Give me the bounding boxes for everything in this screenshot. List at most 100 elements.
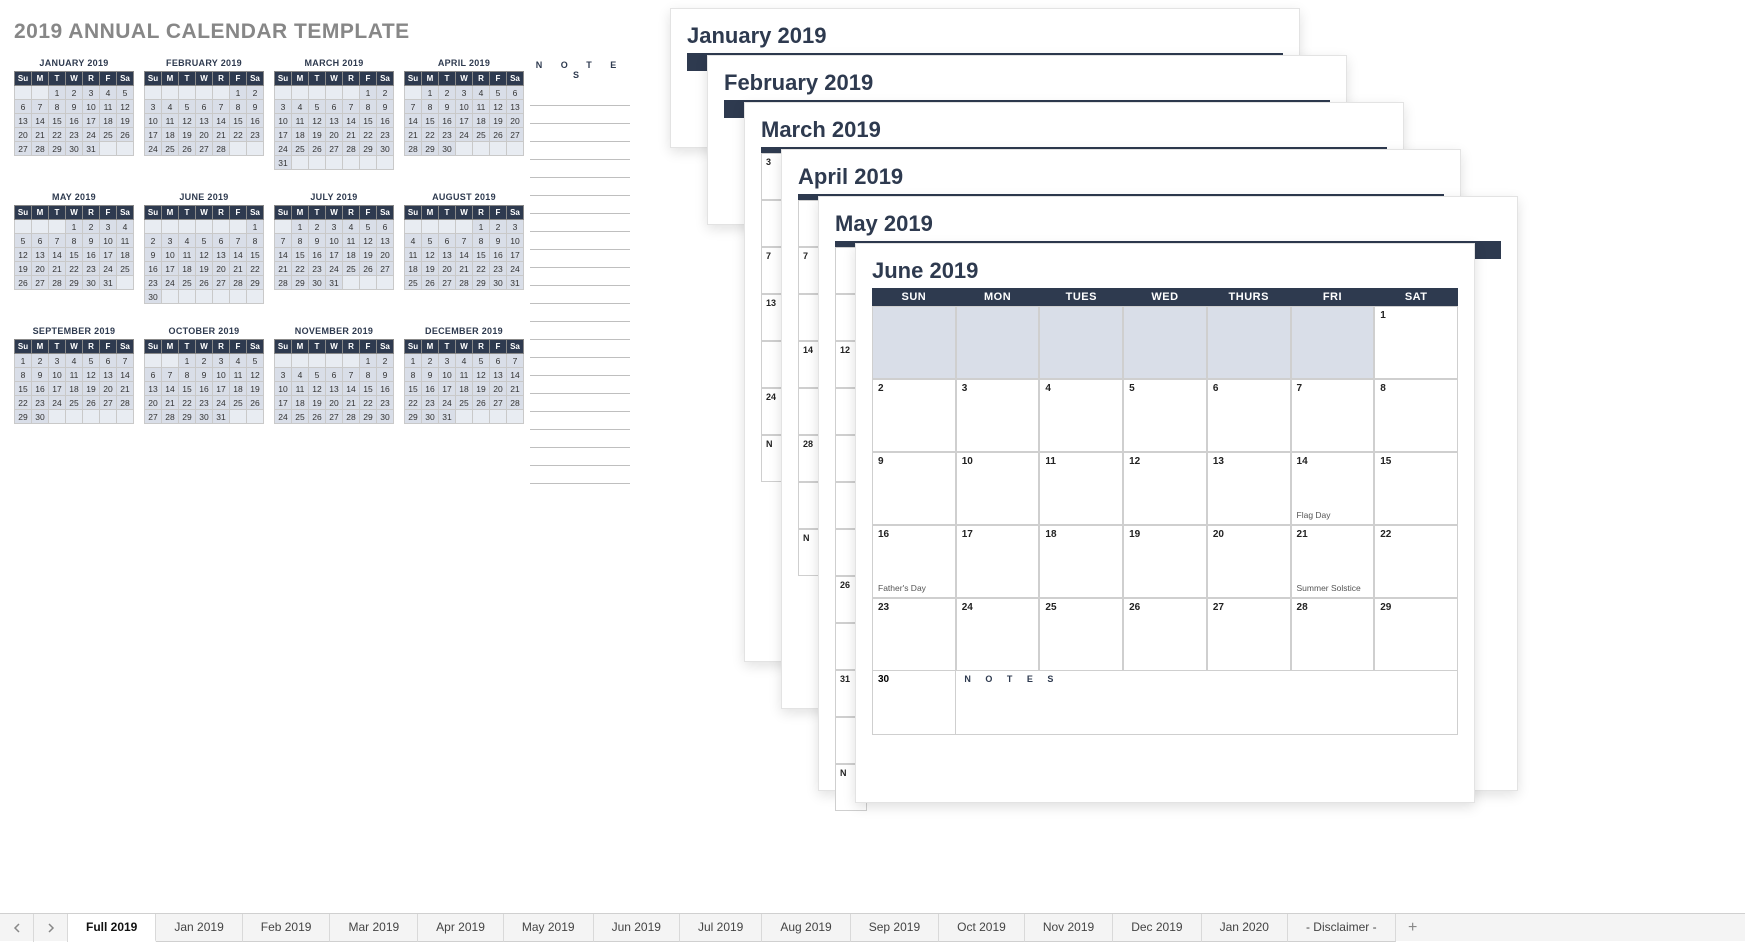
month-sheet-title: January 2019 xyxy=(687,23,1283,49)
month-sheet-title: March 2019 xyxy=(761,117,1387,143)
day-cell[interactable]: 2 xyxy=(872,379,956,452)
day-cell[interactable]: 8 xyxy=(1374,379,1458,452)
month-sheet-title: April 2019 xyxy=(798,164,1444,190)
day-cell[interactable]: 30 xyxy=(873,671,956,734)
month-notes-row: 30N O T E S xyxy=(872,671,1458,735)
sheet-tab[interactable]: Sep 2019 xyxy=(851,914,939,942)
mini-calendar: MARCH 2019SuMTWRFSa123456789101112131415… xyxy=(274,58,394,170)
day-header: SUN xyxy=(872,288,956,306)
month-sheet-title: June 2019 xyxy=(872,258,1458,284)
month-day-header-row: SUNMONTUESWEDTHURSFRISAT xyxy=(872,288,1458,306)
day-cell[interactable]: 16Father's Day xyxy=(872,525,956,598)
day-cell[interactable]: 24 xyxy=(956,598,1040,671)
mini-calendar-title: OCTOBER 2019 xyxy=(144,326,264,339)
day-cell[interactable]: 17 xyxy=(956,525,1040,598)
day-cell[interactable]: 11 xyxy=(1039,452,1123,525)
day-cell[interactable]: 13 xyxy=(1207,452,1291,525)
mini-calendar: FEBRUARY 2019SuMTWRFSa123456789101112131… xyxy=(144,58,264,170)
notes-line xyxy=(530,376,630,394)
notes-line xyxy=(530,394,630,412)
notes-line xyxy=(530,304,630,322)
notes-line xyxy=(530,412,630,430)
day-cell[interactable]: 7 xyxy=(1291,379,1375,452)
day-cell[interactable]: 26 xyxy=(1123,598,1207,671)
day-cell[interactable]: 25 xyxy=(1039,598,1123,671)
sheet-tab-bar: Full 2019Jan 2019Feb 2019Mar 2019Apr 201… xyxy=(0,913,1745,941)
sheet-tab[interactable]: Jun 2019 xyxy=(594,914,680,942)
sheet-tab[interactable]: Nov 2019 xyxy=(1025,914,1113,942)
sheet-tab[interactable]: Jan 2019 xyxy=(156,914,242,942)
month-sheet: June 2019SUNMONTUESWEDTHURSFRISAT1234567… xyxy=(855,243,1475,803)
tab-scroll-left-icon[interactable] xyxy=(0,914,34,942)
day-cell[interactable]: 12 xyxy=(1123,452,1207,525)
day-cell[interactable]: 21Summer Solstice xyxy=(1291,525,1375,598)
day-cell[interactable]: 5 xyxy=(1123,379,1207,452)
day-cell[interactable]: 9 xyxy=(872,452,956,525)
notes-line xyxy=(530,340,630,358)
day-cell[interactable]: 6 xyxy=(1207,379,1291,452)
sheet-tab[interactable]: Dec 2019 xyxy=(1113,914,1201,942)
mini-calendar-title: JUNE 2019 xyxy=(144,192,264,205)
day-cell[interactable]: 15 xyxy=(1374,452,1458,525)
annual-calendar-grid: JANUARY 2019SuMTWRFSa1234567891011121314… xyxy=(14,58,524,424)
mini-calendar-title: JULY 2019 xyxy=(274,192,394,205)
mini-calendar: JANUARY 2019SuMTWRFSa1234567891011121314… xyxy=(14,58,134,170)
day-cell-empty xyxy=(1123,306,1207,379)
sheet-tab[interactable]: Jul 2019 xyxy=(680,914,762,942)
mini-calendar-title: APRIL 2019 xyxy=(404,58,524,71)
notes-line xyxy=(530,430,630,448)
mini-calendar-title: FEBRUARY 2019 xyxy=(144,58,264,71)
notes-line xyxy=(530,214,630,232)
day-cell-empty xyxy=(1039,306,1123,379)
mini-calendar-title: MAY 2019 xyxy=(14,192,134,205)
sheet-tab[interactable]: Apr 2019 xyxy=(418,914,504,942)
sheet-tab[interactable]: - Disclaimer - xyxy=(1288,914,1396,942)
day-cell[interactable]: 22 xyxy=(1374,525,1458,598)
page-title: 2019 ANNUAL CALENDAR TEMPLATE xyxy=(14,20,410,44)
notes-label: N O T E S xyxy=(530,60,630,88)
add-sheet-button[interactable]: + xyxy=(1396,919,1430,937)
mini-calendar: JUNE 2019SuMTWRFSa1234567891011121314151… xyxy=(144,192,264,304)
mini-calendar-title: NOVEMBER 2019 xyxy=(274,326,394,339)
day-header: SAT xyxy=(1374,288,1458,306)
mini-calendar: JULY 2019SuMTWRFSa1234567891011121314151… xyxy=(274,192,394,304)
sheet-tab[interactable]: Mar 2019 xyxy=(330,914,418,942)
day-cell[interactable]: 18 xyxy=(1039,525,1123,598)
sheet-tab[interactable]: Oct 2019 xyxy=(939,914,1025,942)
notes-line xyxy=(530,466,630,484)
sheet-tab[interactable]: Full 2019 xyxy=(68,914,156,942)
sheet-tab[interactable]: Aug 2019 xyxy=(762,914,850,942)
day-cell[interactable]: 4 xyxy=(1039,379,1123,452)
notes-column: N O T E S xyxy=(530,60,630,484)
day-cell[interactable]: 20 xyxy=(1207,525,1291,598)
day-header: MON xyxy=(956,288,1040,306)
notes-line xyxy=(530,142,630,160)
sheet-tab[interactable]: Jan 2020 xyxy=(1202,914,1288,942)
day-header: FRI xyxy=(1291,288,1375,306)
day-cell-empty xyxy=(956,306,1040,379)
day-cell[interactable]: 19 xyxy=(1123,525,1207,598)
sheet-tab[interactable]: May 2019 xyxy=(504,914,594,942)
notes-label: N O T E S xyxy=(956,671,1457,734)
notes-line xyxy=(530,250,630,268)
notes-line xyxy=(530,106,630,124)
mini-calendar: SEPTEMBER 2019SuMTWRFSa12345678910111213… xyxy=(14,326,134,424)
notes-line xyxy=(530,124,630,142)
day-cell[interactable]: 23 xyxy=(872,598,956,671)
mini-calendar-title: MARCH 2019 xyxy=(274,58,394,71)
day-cell-empty xyxy=(1207,306,1291,379)
day-event: Flag Day xyxy=(1297,510,1331,520)
mini-calendar: APRIL 2019SuMTWRFSa123456789101112131415… xyxy=(404,58,524,170)
day-cell[interactable]: 14Flag Day xyxy=(1291,452,1375,525)
day-cell[interactable]: 1 xyxy=(1374,306,1458,379)
mini-calendar-title: JANUARY 2019 xyxy=(14,58,134,71)
notes-line xyxy=(530,178,630,196)
day-cell[interactable]: 3 xyxy=(956,379,1040,452)
tab-scroll-right-icon[interactable] xyxy=(34,914,68,942)
day-cell[interactable]: 29 xyxy=(1374,598,1458,671)
day-cell[interactable]: 28 xyxy=(1291,598,1375,671)
sheet-tab[interactable]: Feb 2019 xyxy=(243,914,331,942)
notes-line xyxy=(530,196,630,214)
day-cell[interactable]: 10 xyxy=(956,452,1040,525)
day-cell[interactable]: 27 xyxy=(1207,598,1291,671)
